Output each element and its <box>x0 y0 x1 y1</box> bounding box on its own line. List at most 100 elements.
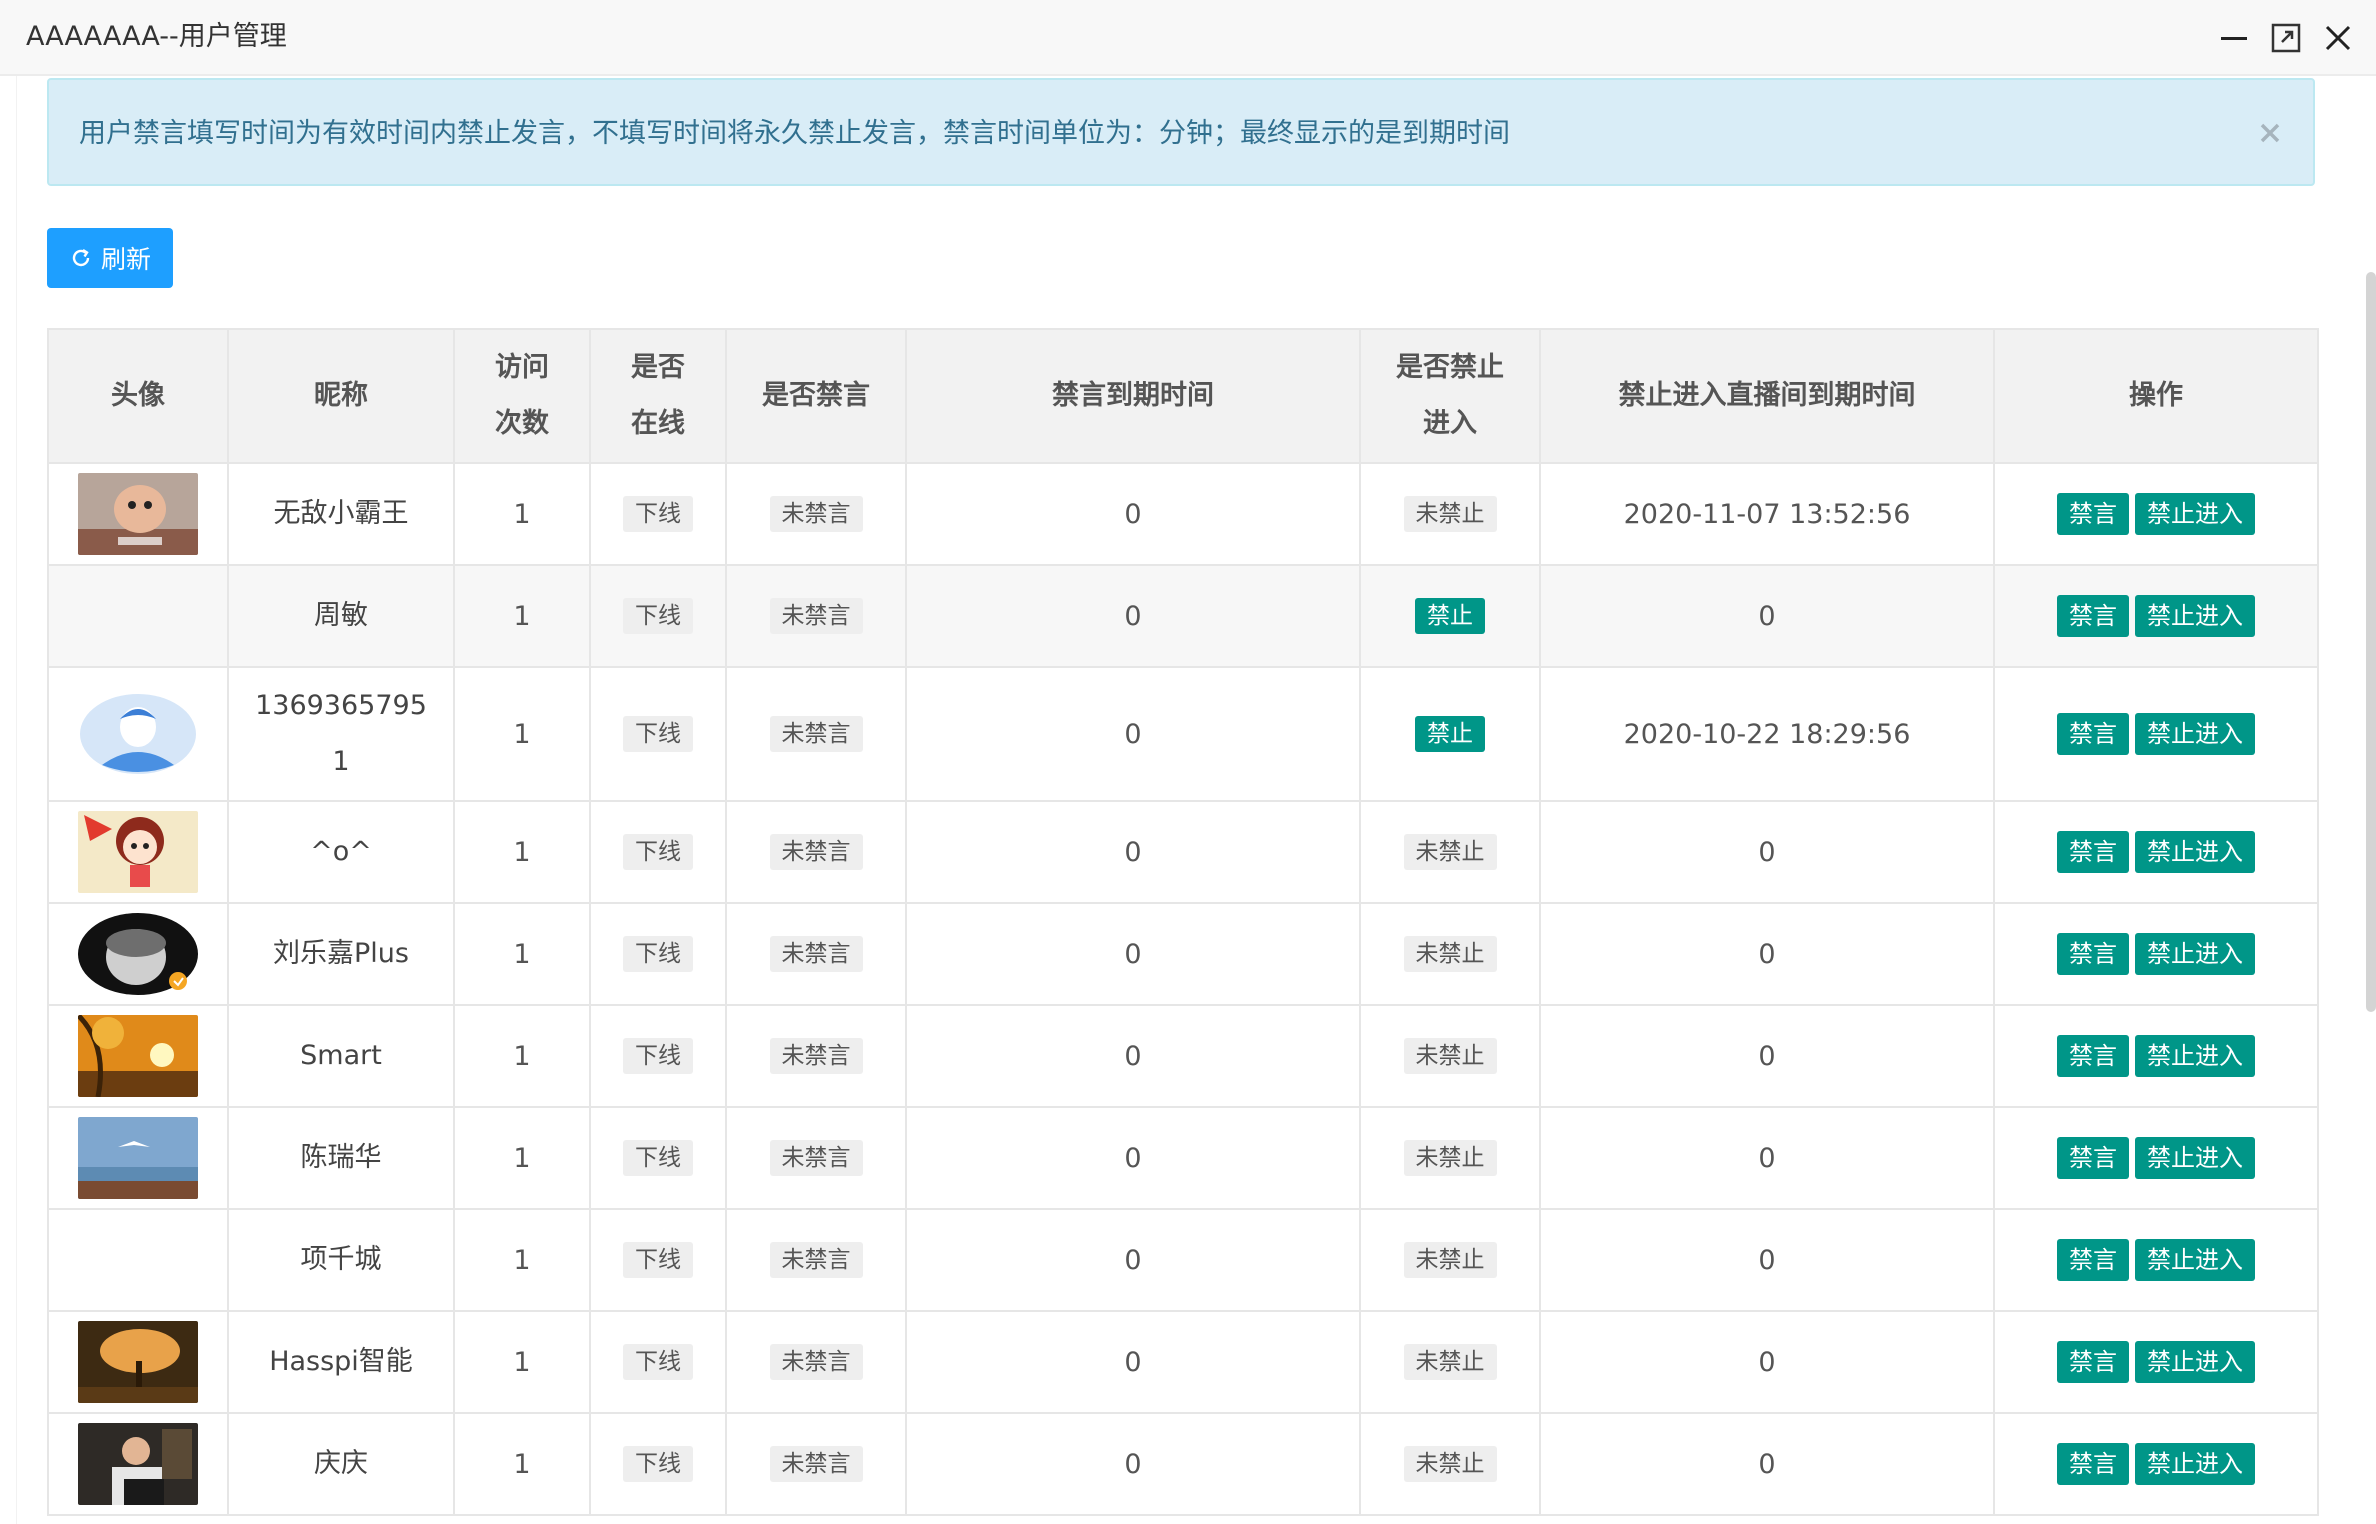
alert-text: 用户禁言填写时间为有效时间内禁止发言，不填写时间将永久禁止发言，禁言时间单位为：… <box>79 118 1510 149</box>
table-header-row: 头像 昵称 访问 次数 是否 在线 是否禁言 禁言到期时间 是否禁止 进入 禁止进入直… <box>47 328 2319 464</box>
visits-cell: 1 <box>453 902 591 1006</box>
nickname-cell: 1369365795 1 <box>227 666 455 802</box>
table-row: 周敏 1 下线 未禁言 0 禁止 0 禁言 禁止进入 <box>47 564 2319 668</box>
banned-badge: 禁止 <box>1415 716 1485 752</box>
avatar-cell <box>47 564 229 668</box>
close-icon[interactable] <box>2318 18 2358 58</box>
refresh-button[interactable]: 刷新 <box>47 228 173 288</box>
mute-button[interactable]: 禁言 <box>2057 933 2129 975</box>
banned-cell: 未禁止 <box>1359 1208 1541 1312</box>
banned-cell: 禁止 <box>1359 666 1541 802</box>
online-badge: 下线 <box>623 496 693 532</box>
online-cell: 下线 <box>589 462 727 566</box>
nickname-line2: 1 <box>332 746 350 777</box>
table-row: Smart 1 下线 未禁言 0 未禁止 0 禁言 禁止进入 <box>47 1004 2319 1108</box>
muted-badge: 未禁言 <box>769 716 863 752</box>
mute-button[interactable]: 禁言 <box>2057 1137 2129 1179</box>
mute-button[interactable]: 禁言 <box>2057 1035 2129 1077</box>
muted-cell: 未禁言 <box>725 902 907 1006</box>
nickname: 项千城 <box>300 1244 382 1275</box>
banned-cell: 未禁止 <box>1359 1412 1541 1516</box>
muted-badge: 未禁言 <box>769 936 863 972</box>
header-banned: 是否禁止 进入 <box>1359 328 1541 464</box>
ban-entry-button[interactable]: 禁止进入 <box>2135 493 2255 535</box>
table-row: 刘乐嘉Plus 1 下线 未禁言 0 未禁止 0 禁言 禁止进入 <box>47 902 2319 1006</box>
maximize-icon[interactable] <box>2266 18 2306 58</box>
header-visits-line1: 访问 <box>495 352 549 383</box>
ban-entry-button[interactable]: 禁止进入 <box>2135 1239 2255 1281</box>
avatar <box>78 811 198 893</box>
avatar-cell <box>47 462 229 566</box>
mute-button[interactable]: 禁言 <box>2057 1341 2129 1383</box>
ban-expire-cell: 0 <box>1539 1412 1995 1516</box>
actions-cell: 禁言 禁止进入 <box>1993 1208 2319 1312</box>
muted-badge: 未禁言 <box>769 598 863 634</box>
mute-button[interactable]: 禁言 <box>2057 595 2129 637</box>
visits-cell: 1 <box>453 1106 591 1210</box>
ban-expire-cell: 0 <box>1539 1310 1995 1414</box>
header-visits: 访问 次数 <box>453 328 591 464</box>
nickname-cell: Hasspi智能 <box>227 1310 455 1414</box>
avatar <box>78 1321 198 1403</box>
ban-expire-cell: 2020-11-07 13:52:56 <box>1539 462 1995 566</box>
avatar-cell <box>47 1310 229 1414</box>
ban-entry-button[interactable]: 禁止进入 <box>2135 1443 2255 1485</box>
nickname-cell: 无敌小霸王 <box>227 462 455 566</box>
online-cell: 下线 <box>589 902 727 1006</box>
mute-button[interactable]: 禁言 <box>2057 831 2129 873</box>
mute-button[interactable]: 禁言 <box>2057 1239 2129 1281</box>
visits-cell: 1 <box>453 564 591 668</box>
banned-badge: 未禁止 <box>1403 1446 1497 1482</box>
mute-button[interactable]: 禁言 <box>2057 713 2129 755</box>
mute-expire-cell: 0 <box>905 1106 1361 1210</box>
ban-entry-button[interactable]: 禁止进入 <box>2135 713 2255 755</box>
actions-cell: 禁言 禁止进入 <box>1993 1310 2319 1414</box>
avatar <box>78 1423 198 1505</box>
muted-cell: 未禁言 <box>725 1310 907 1414</box>
muted-cell: 未禁言 <box>725 564 907 668</box>
ban-entry-button[interactable]: 禁止进入 <box>2135 1137 2255 1179</box>
header-visits-line2: 次数 <box>495 408 549 439</box>
visits-cell: 1 <box>453 1208 591 1312</box>
banned-cell: 禁止 <box>1359 564 1541 668</box>
title-bar: AAAAAAA--用户管理 <box>0 0 2376 76</box>
online-cell: 下线 <box>589 800 727 904</box>
ban-entry-button[interactable]: 禁止进入 <box>2135 1035 2255 1077</box>
ban-entry-button[interactable]: 禁止进入 <box>2135 831 2255 873</box>
banned-badge: 未禁止 <box>1403 1038 1497 1074</box>
table-row: 无敌小霸王 1 下线 未禁言 0 未禁止 2020-11-07 13:52:56 禁言 禁止进入 <box>47 462 2319 566</box>
mute-button[interactable]: 禁言 <box>2057 493 2129 535</box>
table-row: ^o^ 1 下线 未禁言 0 未禁止 0 禁言 禁止进入 <box>47 800 2319 904</box>
ban-expire-cell: 0 <box>1539 1004 1995 1108</box>
banned-badge: 未禁止 <box>1403 936 1497 972</box>
nickname: ^o^ <box>310 836 372 867</box>
banned-cell: 未禁止 <box>1359 1106 1541 1210</box>
online-badge: 下线 <box>623 598 693 634</box>
visits-cell: 1 <box>453 1412 591 1516</box>
scrollbar[interactable] <box>2366 272 2376 1012</box>
alert-close-icon[interactable] <box>2253 116 2287 150</box>
banned-cell: 未禁止 <box>1359 1310 1541 1414</box>
minimize-icon[interactable] <box>2214 18 2254 58</box>
ban-entry-button[interactable]: 禁止进入 <box>2135 1341 2255 1383</box>
ban-entry-button[interactable]: 禁止进入 <box>2135 595 2255 637</box>
avatar-cell <box>47 902 229 1006</box>
online-cell: 下线 <box>589 564 727 668</box>
nickname: 无敌小霸王 <box>273 498 409 529</box>
banned-badge: 未禁止 <box>1403 834 1497 870</box>
table-row: Hasspi智能 1 下线 未禁言 0 未禁止 0 禁言 禁止进入 <box>47 1310 2319 1414</box>
refresh-icon <box>72 248 90 267</box>
online-cell: 下线 <box>589 1412 727 1516</box>
muted-cell: 未禁言 <box>725 462 907 566</box>
muted-badge: 未禁言 <box>769 834 863 870</box>
online-cell: 下线 <box>589 1310 727 1414</box>
muted-cell: 未禁言 <box>725 800 907 904</box>
mute-button[interactable]: 禁言 <box>2057 1443 2129 1485</box>
muted-badge: 未禁言 <box>769 1344 863 1380</box>
nickname-cell: ^o^ <box>227 800 455 904</box>
mute-expire-cell: 0 <box>905 462 1361 566</box>
muted-cell: 未禁言 <box>725 1106 907 1210</box>
ban-entry-button[interactable]: 禁止进入 <box>2135 933 2255 975</box>
nickname-cell: 陈瑞华 <box>227 1106 455 1210</box>
header-mute-expire: 禁言到期时间 <box>905 328 1361 464</box>
